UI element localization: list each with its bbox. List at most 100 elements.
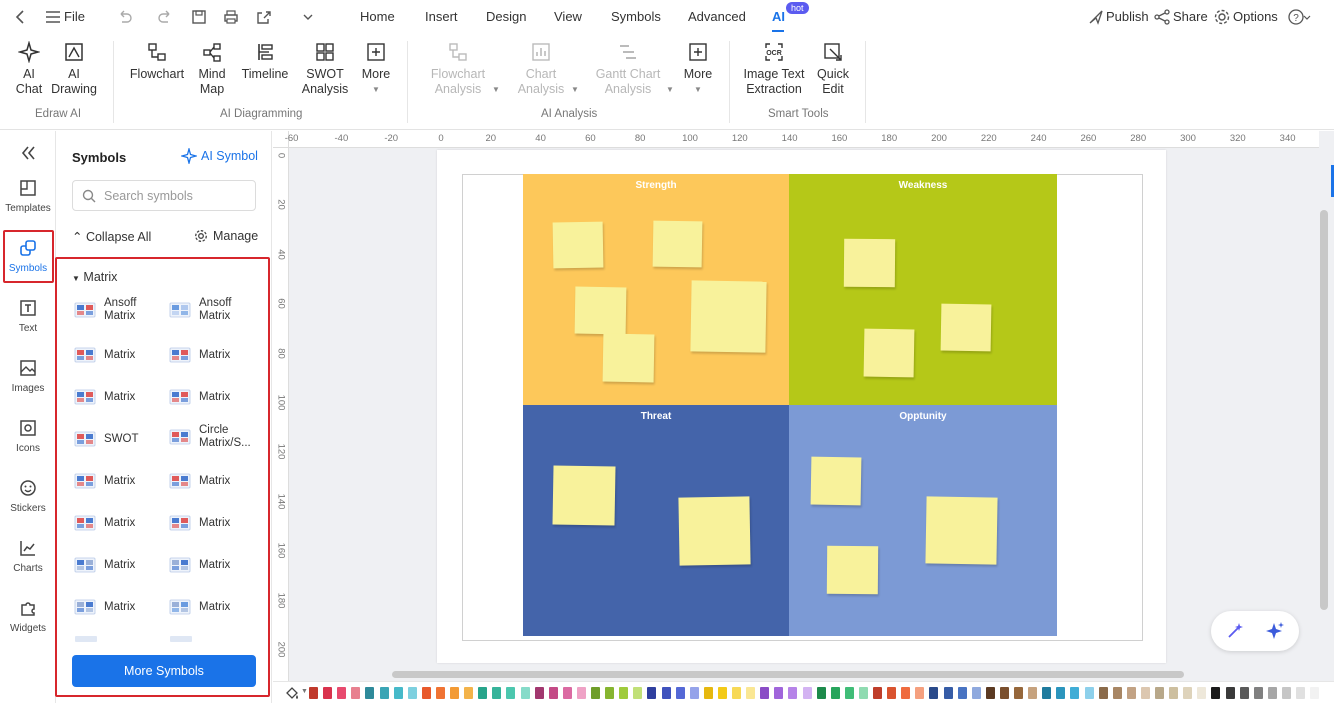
color-swatch[interactable]: [407, 687, 417, 699]
color-swatch[interactable]: [746, 687, 756, 699]
color-swatch[interactable]: [365, 687, 375, 699]
symbol-item[interactable]: Matrix: [74, 514, 135, 532]
color-swatch[interactable]: [1098, 687, 1108, 699]
color-swatch[interactable]: [1253, 687, 1263, 699]
sticky-note[interactable]: [810, 456, 862, 506]
color-swatch[interactable]: [1211, 687, 1221, 699]
color-swatch[interactable]: [1028, 687, 1038, 699]
color-swatch[interactable]: [1183, 687, 1193, 699]
symbol-item[interactable]: Matrix: [169, 556, 230, 574]
sidebar-item-widgets[interactable]: Widgets: [0, 598, 56, 634]
color-swatch[interactable]: [830, 687, 840, 699]
sticky-note[interactable]: [602, 333, 655, 383]
color-swatch[interactable]: [971, 687, 981, 699]
color-swatch[interactable]: [844, 687, 854, 699]
color-swatch[interactable]: [1296, 687, 1305, 699]
color-swatch[interactable]: [1084, 687, 1094, 699]
color-swatch[interactable]: [858, 687, 868, 699]
color-swatch[interactable]: [1056, 687, 1066, 699]
color-swatch[interactable]: [309, 687, 318, 699]
more-quick-icon[interactable]: [299, 8, 317, 26]
color-swatch[interactable]: [562, 687, 572, 699]
manage-button[interactable]: Manage: [194, 229, 258, 243]
color-swatch[interactable]: [323, 687, 333, 699]
tab-ai[interactable]: AI: [772, 9, 785, 24]
color-swatch[interactable]: [816, 687, 826, 699]
color-swatch[interactable]: [435, 687, 445, 699]
color-swatch[interactable]: [337, 687, 347, 699]
color-swatch[interactable]: [985, 687, 995, 699]
chevron-down-icon[interactable]: ▼: [492, 85, 500, 94]
sticky-note[interactable]: [940, 303, 992, 352]
color-swatch[interactable]: [393, 687, 403, 699]
tab-advanced[interactable]: Advanced: [688, 9, 746, 24]
color-swatch[interactable]: [703, 687, 713, 699]
color-swatch[interactable]: [548, 687, 558, 699]
color-swatch[interactable]: [464, 687, 474, 699]
color-swatch[interactable]: [802, 687, 812, 699]
symbol-item[interactable]: Circle Matrix/S...: [169, 424, 251, 450]
export-icon[interactable]: [255, 8, 273, 26]
sidebar-item-stickers[interactable]: Stickers: [0, 478, 56, 514]
color-swatch[interactable]: [1310, 687, 1320, 699]
tab-insert[interactable]: Insert: [425, 9, 458, 24]
matrix-section-header[interactable]: ▼ Matrix: [72, 270, 117, 284]
color-swatch[interactable]: [1225, 687, 1235, 699]
color-swatch[interactable]: [351, 687, 361, 699]
color-swatch[interactable]: [520, 687, 530, 699]
ai-sparkle-icon[interactable]: [1265, 621, 1285, 641]
symbol-item[interactable]: Matrix: [169, 598, 230, 616]
publish-button[interactable]: Publish: [1106, 0, 1149, 33]
color-swatch[interactable]: [675, 687, 685, 699]
color-swatch[interactable]: [506, 687, 516, 699]
color-swatch[interactable]: [915, 687, 925, 699]
color-swatch[interactable]: [689, 687, 699, 699]
color-swatch[interactable]: [450, 687, 459, 699]
collapse-all-button[interactable]: ⌃ Collapse All: [72, 229, 151, 244]
vertical-scrollbar[interactable]: [1320, 210, 1328, 610]
color-swatch[interactable]: [492, 687, 502, 699]
color-swatch[interactable]: [1014, 687, 1023, 699]
undo-icon[interactable]: [116, 8, 134, 26]
color-swatch[interactable]: [1267, 687, 1277, 699]
sticky-note[interactable]: [826, 545, 879, 595]
save-icon[interactable]: [190, 8, 208, 26]
collapse-sidebar-button[interactable]: [0, 143, 56, 168]
color-swatch[interactable]: [1197, 687, 1207, 699]
color-swatch[interactable]: [1126, 687, 1136, 699]
menu-icon[interactable]: [44, 8, 62, 26]
more-diagramming-button[interactable]: More ▼: [360, 41, 392, 97]
sticky-note[interactable]: [552, 465, 616, 526]
color-swatch[interactable]: [534, 687, 544, 699]
opportunity-quadrant[interactable]: Opptunity: [789, 405, 1057, 636]
color-swatch[interactable]: [901, 687, 911, 699]
color-swatch[interactable]: [1070, 687, 1080, 699]
color-swatch[interactable]: [576, 687, 586, 699]
search-input[interactable]: Search symbols: [72, 180, 256, 211]
share-button[interactable]: Share: [1173, 0, 1208, 33]
symbol-item[interactable]: Matrix: [169, 514, 230, 532]
fill-bucket-icon[interactable]: [284, 685, 300, 701]
options-button[interactable]: Options: [1233, 0, 1278, 33]
color-swatch[interactable]: [1169, 687, 1179, 699]
quick-edit-button[interactable]: Quick Edit: [816, 41, 850, 97]
ai-chat-button[interactable]: AI Chat: [14, 41, 44, 97]
sticky-note[interactable]: [843, 238, 896, 288]
chevron-down-icon[interactable]: [1302, 8, 1312, 26]
tab-home[interactable]: Home: [360, 9, 395, 24]
swot-analysis-button[interactable]: SWOT Analysis: [302, 41, 348, 97]
symbol-item[interactable]: Matrix: [74, 598, 135, 616]
color-swatch[interactable]: [478, 687, 488, 699]
color-swatch[interactable]: [873, 687, 882, 699]
file-menu[interactable]: File: [64, 0, 85, 33]
color-swatch[interactable]: [774, 687, 784, 699]
symbol-item[interactable]: Matrix: [74, 472, 135, 490]
symbol-item[interactable]: Matrix: [74, 388, 135, 406]
color-swatch[interactable]: [1281, 687, 1291, 699]
chevron-down-icon[interactable]: ▼: [666, 85, 674, 94]
color-swatch[interactable]: [1042, 687, 1052, 699]
color-swatch[interactable]: [788, 687, 798, 699]
chevron-down-icon[interactable]: ▼: [301, 688, 308, 695]
color-swatch[interactable]: [1239, 687, 1249, 699]
sidebar-item-templates[interactable]: Templates: [0, 178, 56, 214]
